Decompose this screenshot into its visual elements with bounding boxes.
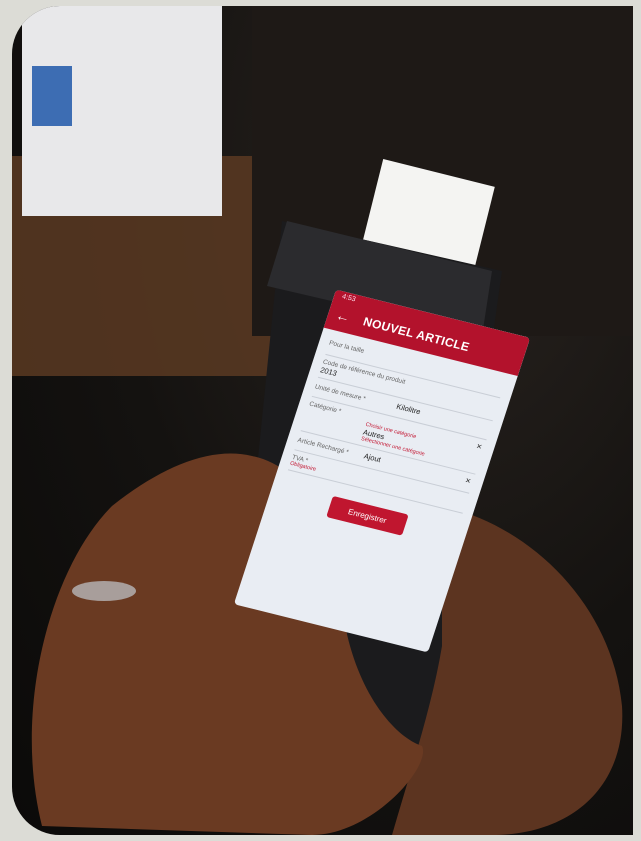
status-time: 4:53 — [341, 293, 357, 304]
field-value: Kilolitre — [395, 401, 422, 417]
field-value: Ajout — [362, 451, 383, 465]
back-arrow-icon[interactable]: ← — [334, 307, 353, 326]
save-button[interactable]: Enregistrer — [326, 495, 409, 536]
field-label: Catégorie * — [308, 400, 343, 416]
photo-frame: 4:53 ← NOUVEL ARTICLE Pour la taille Cod… — [12, 6, 633, 835]
close-icon[interactable]: ✕ — [464, 477, 472, 486]
ring — [72, 581, 136, 601]
background-box-label — [32, 66, 72, 126]
